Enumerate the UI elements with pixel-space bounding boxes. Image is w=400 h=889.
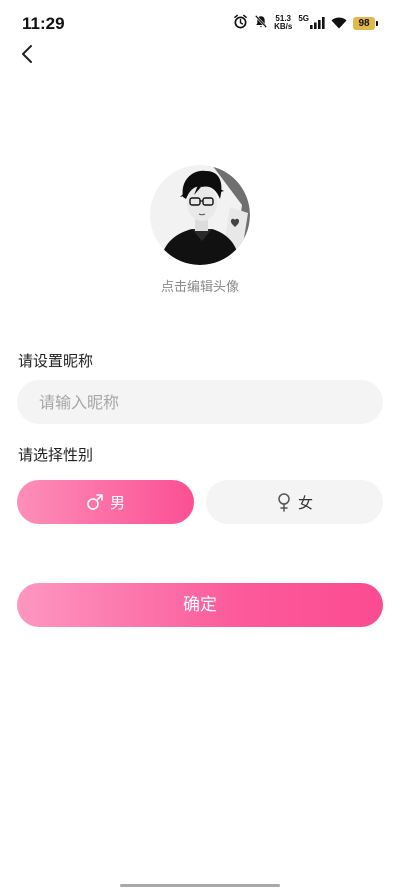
net-speed: 51.3 KB/s bbox=[274, 15, 292, 31]
alarm-icon bbox=[233, 14, 248, 33]
back-button[interactable] bbox=[14, 40, 42, 68]
network-type: 5G bbox=[298, 13, 309, 23]
status-icons: 51.3 KB/s 5G 98 bbox=[233, 14, 378, 33]
avatar[interactable] bbox=[150, 165, 250, 265]
signal-icon bbox=[310, 14, 325, 33]
gender-male-label: 男 bbox=[109, 493, 125, 512]
wifi-icon bbox=[331, 14, 347, 33]
profile-setup-screen: 11:29 51.3 KB/s 5G 98 点击编辑头像 请设置昵称 请输入昵称… bbox=[0, 0, 400, 889]
battery-cap bbox=[376, 20, 378, 26]
gender-female-button[interactable]: 女 bbox=[206, 480, 383, 524]
gender-male-button[interactable]: 男 bbox=[17, 480, 194, 524]
male-icon bbox=[87, 494, 103, 510]
home-indicator bbox=[120, 884, 280, 887]
gender-female-label: 女 bbox=[297, 493, 313, 512]
status-time: 11:29 bbox=[22, 14, 65, 33]
nickname-input[interactable] bbox=[17, 380, 383, 424]
avatar-image bbox=[150, 165, 250, 265]
gender-label: 请选择性别 bbox=[18, 446, 94, 464]
signal-group: 5G bbox=[298, 14, 325, 33]
female-icon bbox=[278, 493, 290, 512]
nickname-label: 请设置昵称 bbox=[18, 352, 94, 370]
bell-off-icon bbox=[254, 14, 268, 33]
avatar-edit-hint[interactable]: 点击编辑头像 bbox=[0, 276, 400, 295]
confirm-button[interactable]: 确定 bbox=[17, 583, 383, 627]
battery-icon: 98 bbox=[353, 16, 378, 30]
battery-level: 98 bbox=[353, 16, 375, 30]
net-speed-unit: KB/s bbox=[274, 22, 293, 31]
chevron-left-icon bbox=[22, 45, 32, 63]
status-bar: 11:29 51.3 KB/s 5G 98 bbox=[0, 0, 400, 44]
